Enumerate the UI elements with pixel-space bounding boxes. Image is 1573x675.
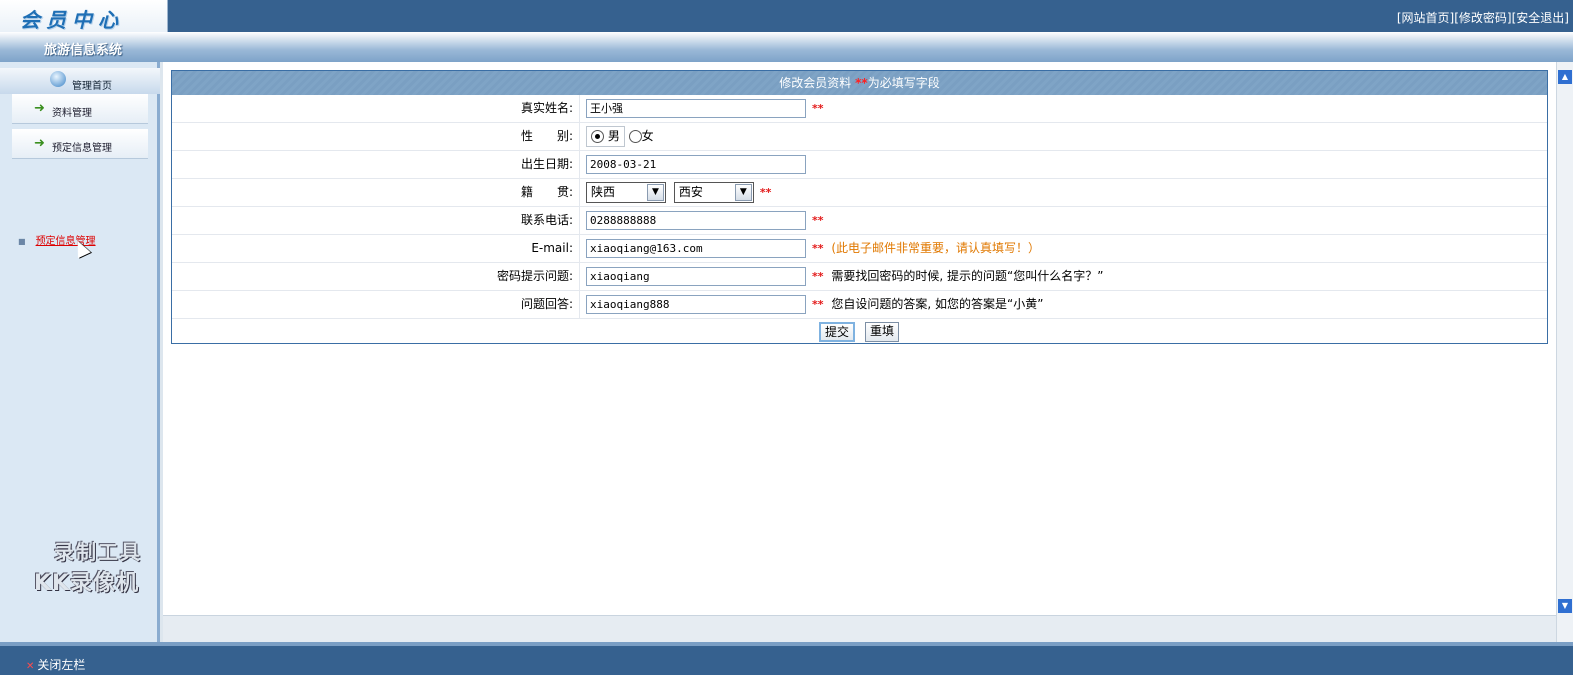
radio-male[interactable] bbox=[591, 130, 604, 143]
content-footer bbox=[163, 615, 1556, 642]
birthday-label: 出生日期: bbox=[172, 151, 580, 178]
gender-label: 性 别: bbox=[172, 123, 580, 150]
watermark: 录制工具 KK录像机 bbox=[34, 536, 142, 597]
required-mark: ** bbox=[812, 298, 824, 311]
form-row-phone: 联系电话: 0288888888 ** bbox=[172, 207, 1547, 235]
form-buttons: 提交 重填 bbox=[172, 319, 1547, 345]
province-select[interactable]: 陕西 ▼ bbox=[586, 182, 666, 203]
form-row-gender: 性 别: 男 女 bbox=[172, 123, 1547, 151]
change-password-link[interactable]: [修改密码] bbox=[1454, 11, 1511, 25]
system-title: 旅游信息系统 bbox=[44, 43, 123, 58]
form-row-pwd-question: 密码提示问题: xiaoqiang ** 需要找回密码的时候, 提示的问题“您叫什… bbox=[172, 263, 1547, 291]
form-title-note: 为必填写字段 bbox=[867, 76, 940, 90]
pwd-answer-input[interactable]: xiaoqiang888 bbox=[586, 295, 806, 314]
email-hint-text: 电子邮件非常重要，请认真填写！ bbox=[848, 241, 1029, 255]
logo-area: 会员中心 bbox=[0, 0, 168, 32]
submit-button[interactable]: 提交 bbox=[819, 322, 856, 342]
logo: 会员中心 bbox=[20, 8, 124, 32]
gender-male-option[interactable]: 男 bbox=[586, 126, 625, 147]
required-mark: ** bbox=[812, 214, 824, 227]
reset-button[interactable]: 重填 bbox=[865, 322, 900, 342]
scroll-up-icon[interactable]: ▲ bbox=[1558, 70, 1572, 84]
required-mark: ** bbox=[759, 186, 772, 199]
birthday-input[interactable]: 2008-03-21 bbox=[586, 155, 806, 174]
required-mark: ** bbox=[855, 76, 868, 90]
email-hint-pre: (此 bbox=[831, 241, 849, 255]
required-mark: ** bbox=[812, 102, 824, 115]
sidebar-item-label: 预定信息管理 bbox=[52, 143, 112, 154]
pwd-answer-label: 问题回答: bbox=[172, 291, 580, 318]
sub-header: 旅游信息系统 bbox=[0, 32, 1573, 62]
sidebar-header[interactable]: 管理首页 bbox=[0, 68, 160, 94]
sidebar-item-label: 资料管理 bbox=[52, 108, 92, 119]
sidebar-item-profile[interactable]: ➜ 资料管理 bbox=[12, 94, 148, 124]
form-row-email: E-mail: xiaoqiang@163.com ** (此电子邮件非常重要，请… bbox=[172, 235, 1547, 263]
form-row-birthday: 出生日期: 2008-03-21 bbox=[172, 151, 1547, 179]
close-icon: ✕ bbox=[26, 661, 35, 672]
radio-female[interactable] bbox=[628, 130, 642, 143]
email-input[interactable]: xiaoqiang@163.com bbox=[586, 239, 806, 258]
close-sidebar-label: 关闭左栏 bbox=[37, 658, 86, 672]
watermark-line2: KK录像机 bbox=[34, 571, 140, 596]
chevron-down-icon: ▼ bbox=[734, 184, 752, 201]
scroll-down-icon[interactable]: ▼ bbox=[1558, 599, 1572, 613]
pwd-answer-hint: 您自设问题的答案, 如您的答案是“小黄” bbox=[831, 297, 1044, 311]
watermark-line1: 录制工具 bbox=[54, 540, 142, 564]
green-arrow-icon: ➜ bbox=[34, 101, 45, 116]
gender-male-label: 男 bbox=[607, 129, 620, 143]
city-select[interactable]: 西安 ▼ bbox=[673, 182, 754, 203]
close-sidebar-button[interactable]: ✕ 关闭左栏 bbox=[26, 656, 85, 673]
globe-icon bbox=[50, 71, 66, 87]
pwd-question-label: 密码提示问题: bbox=[172, 263, 580, 290]
form-row-realname: 真实姓名: 王小强 ** bbox=[172, 95, 1547, 123]
realname-input[interactable]: 王小强 bbox=[586, 99, 806, 118]
form-row-pwd-answer: 问题回答: xiaoqiang888 ** 您自设问题的答案, 如您的答案是“小黄… bbox=[172, 291, 1547, 319]
form-row-native: 籍 贯: 陕西 ▼ 西安 ▼ ** bbox=[172, 179, 1547, 207]
email-hint-post: ） bbox=[1028, 241, 1041, 255]
email-label: E-mail: bbox=[172, 235, 580, 262]
phone-label: 联系电话: bbox=[172, 207, 580, 234]
city-value: 西安 bbox=[678, 185, 703, 199]
bullet-icon: ■ bbox=[18, 237, 26, 246]
site-home-link[interactable]: [网站首页] bbox=[1397, 11, 1454, 25]
sidebar: 管理首页 ➜ 资料管理 ➜ 预定信息管理 ■ 预定信息管理 录制工具 KK录像机 bbox=[0, 62, 160, 642]
logout-link[interactable]: [安全退出] bbox=[1512, 11, 1569, 25]
chevron-down-icon: ▼ bbox=[647, 184, 664, 201]
province-value: 陕西 bbox=[591, 185, 616, 199]
email-hint: (此电子邮件非常重要，请认真填写！） bbox=[831, 241, 1040, 255]
pwd-question-hint: 需要找回密码的时候, 提示的问题“您叫什么名字？” bbox=[831, 269, 1104, 283]
required-mark: ** bbox=[812, 270, 824, 283]
gender-female-label: 女 bbox=[641, 129, 654, 143]
pwd-question-input[interactable]: xiaoqiang bbox=[586, 267, 806, 286]
native-label: 籍 贯: bbox=[172, 179, 580, 206]
edit-member-form: 修改会员资料 **为必填写字段 真实姓名: 王小强 ** 性 别: 男 女 出生日… bbox=[171, 70, 1548, 344]
phone-input[interactable]: 0288888888 bbox=[586, 211, 806, 230]
sidebar-home-label: 管理首页 bbox=[72, 81, 112, 92]
form-title-text: 修改会员资料 bbox=[779, 76, 852, 90]
top-bar: 会员中心 [网站首页][修改密码][安全退出] bbox=[0, 0, 1573, 32]
form-title: 修改会员资料 **为必填写字段 bbox=[172, 71, 1547, 95]
bottom-bar: ✕ 关闭左栏 bbox=[0, 642, 1573, 675]
sidebar-item-booking[interactable]: ➜ 预定信息管理 bbox=[12, 129, 148, 159]
scrollbar[interactable]: ▲ ▼ bbox=[1556, 62, 1573, 642]
green-arrow-icon: ➜ bbox=[34, 136, 45, 151]
required-mark: ** bbox=[812, 242, 824, 255]
realname-label: 真实姓名: bbox=[172, 95, 580, 122]
top-links: [网站首页][修改密码][安全退出] bbox=[1397, 9, 1569, 26]
